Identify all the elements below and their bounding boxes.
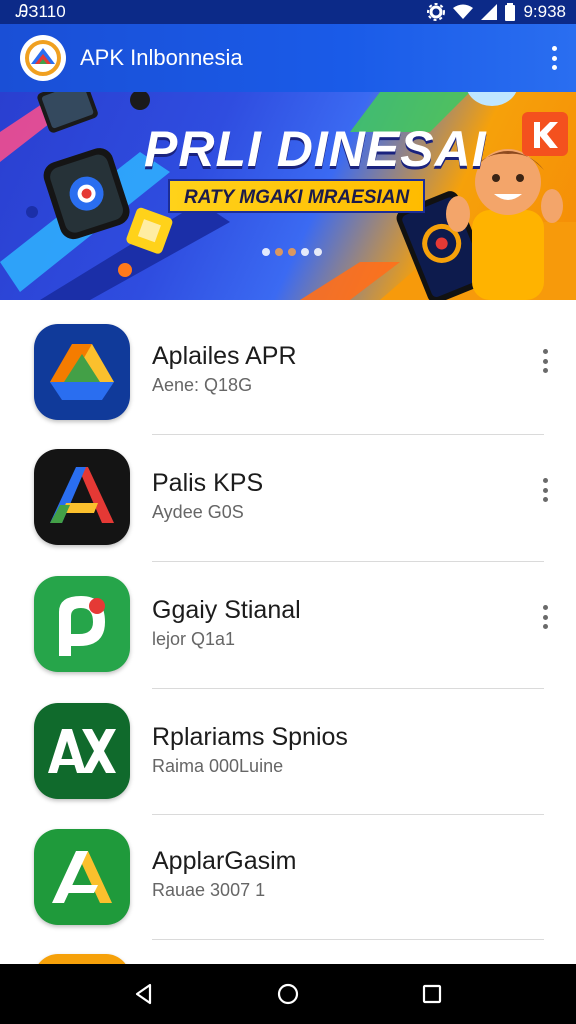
p-letter-icon[interactable] [34, 576, 130, 672]
list-item[interactable]: Palis KPS Aydee G0S [0, 427, 576, 554]
more-vert-icon[interactable] [546, 46, 562, 70]
more-vert-icon[interactable] [541, 478, 549, 502]
pager-dot-active[interactable] [275, 248, 283, 256]
banner-title: PRLI DINESAI [144, 121, 487, 177]
mascot-illustration [467, 92, 517, 106]
pager-dot[interactable] [314, 248, 322, 256]
status-left-text: ᎯЗ110 [16, 2, 66, 21]
badge-illustration [522, 112, 568, 156]
back-triangle-icon[interactable] [124, 974, 164, 1014]
list-item[interactable]: Ggaiy Stianal lejor Q1a1 [0, 554, 576, 681]
status-bar: ᎯЗ110 9:938 [0, 0, 576, 24]
recents-square-icon[interactable] [412, 974, 452, 1014]
app-name: Palis KPS [152, 469, 264, 497]
app-name: Aplailes APR [152, 342, 297, 370]
app-title: APK Inlbonnesia [80, 45, 243, 70]
app-meta: lejor Q1a1 [152, 629, 236, 649]
battery-icon [505, 3, 516, 21]
promo-banner[interactable]: PRLI DINESAI RATY MGAKI MRAESIAN [0, 92, 576, 300]
list-item[interactable]: Aplailes APR Aene: Q18G [0, 300, 576, 427]
banner-pager[interactable] [262, 248, 322, 256]
status-time: 9:938 [523, 2, 566, 21]
app-meta: Raima 000Luine [152, 756, 284, 776]
app-name: Ggaiy Stianal [152, 596, 301, 624]
pager-dot[interactable] [262, 248, 270, 256]
signal-icon [481, 4, 498, 20]
app-meta: Rauae 3007 1 [152, 880, 266, 900]
app-name: ApplarGasim [152, 847, 297, 875]
more-vert-icon[interactable] [541, 349, 549, 373]
status-icons: 9:938 [427, 2, 566, 22]
pager-dot[interactable] [301, 248, 309, 256]
home-circle-icon[interactable] [268, 974, 308, 1014]
app-meta: Aydee G0S [152, 502, 244, 522]
gear-icon [427, 3, 446, 21]
more-vert-icon[interactable] [541, 605, 549, 629]
app-meta: Aene: Q18G [152, 375, 253, 395]
banner-subtitle: RATY MGAKI MRAESIAN [168, 179, 426, 213]
list-item[interactable]: ApplarGasim Rauae 3007 1 [0, 807, 576, 934]
app-logo-icon[interactable] [20, 35, 66, 81]
wifi-icon [453, 4, 474, 20]
a-triangle-icon[interactable] [34, 829, 130, 925]
ax-letters-icon[interactable] [34, 703, 130, 799]
app-name: Rplariams Spnios [152, 723, 348, 751]
drive-triangle-icon[interactable] [34, 324, 130, 420]
app-bar: APK Inlbonnesia [0, 24, 576, 92]
pager-dot[interactable] [288, 248, 296, 256]
nav-bar [0, 964, 576, 1024]
phone-illustration [37, 92, 98, 133]
a-letter-icon[interactable] [34, 449, 130, 545]
list-item[interactable]: Rplariams Spnios Raima 000Luine [0, 681, 576, 808]
